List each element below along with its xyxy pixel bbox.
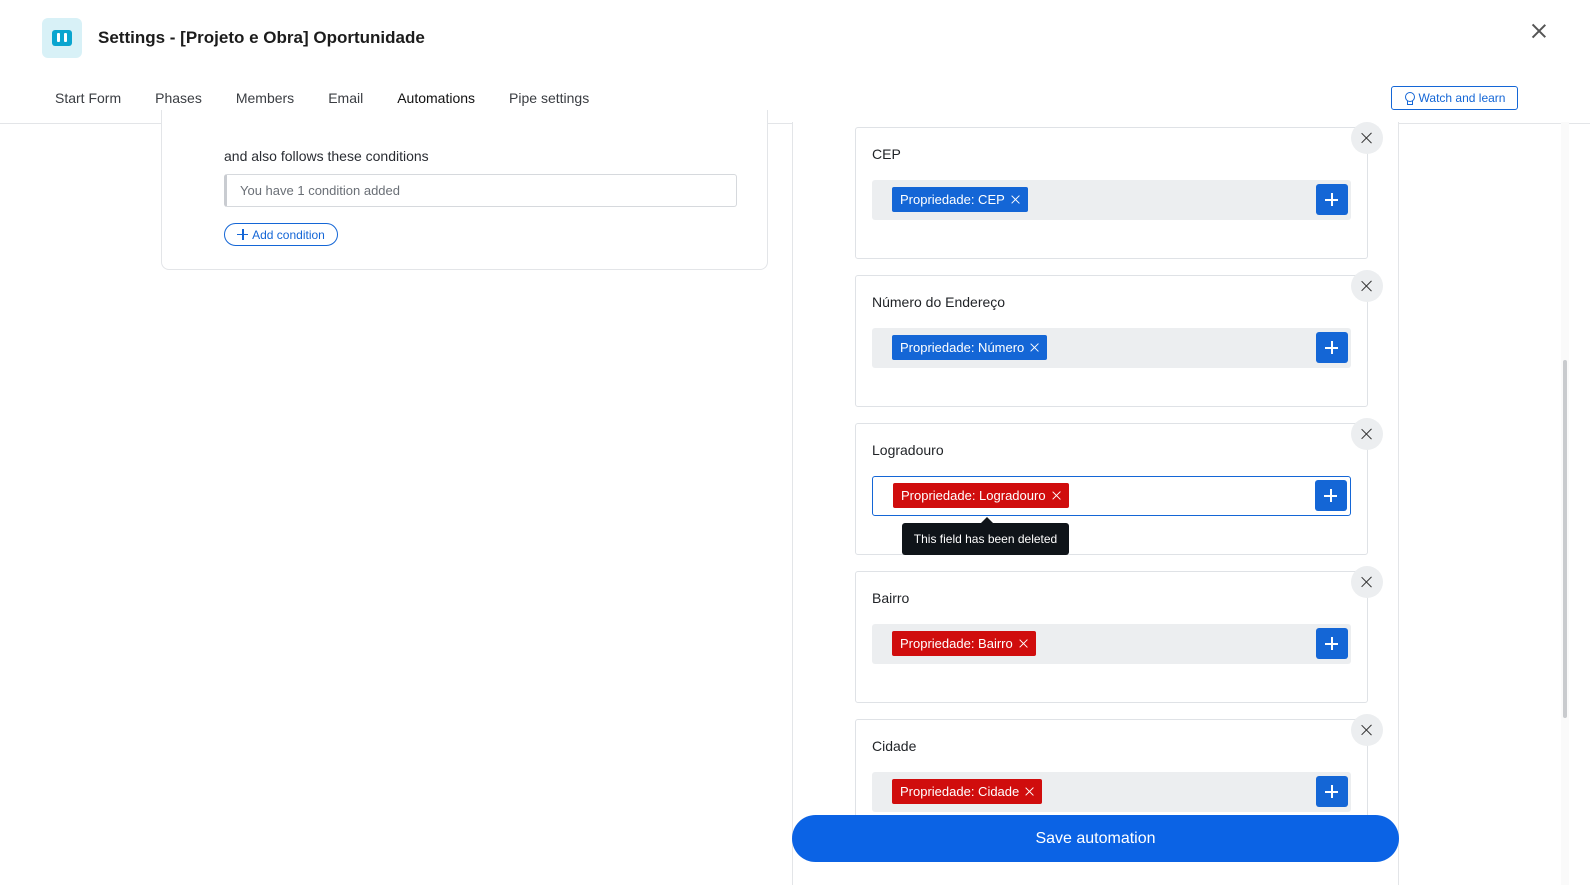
tab-start-form[interactable]: Start Form bbox=[38, 76, 138, 122]
field-value-box[interactable]: Propriedade: Logradouro bbox=[872, 476, 1351, 516]
add-field-button[interactable] bbox=[1316, 776, 1348, 807]
field-value-box[interactable]: Propriedade: Bairro bbox=[872, 624, 1351, 664]
remove-chip-icon[interactable] bbox=[1052, 491, 1061, 500]
remove-chip-icon[interactable] bbox=[1030, 343, 1039, 352]
remove-chip-icon[interactable] bbox=[1025, 787, 1034, 796]
property-chip-deleted: Propriedade: Bairro bbox=[892, 631, 1036, 656]
close-icon[interactable] bbox=[1528, 20, 1550, 42]
conditions-summary-field[interactable]: You have 1 condition added bbox=[224, 174, 737, 207]
deleted-field-tooltip: This field has been deleted bbox=[902, 517, 1069, 555]
page-title: Settings - [Projeto e Obra] Oportunidade bbox=[98, 28, 425, 47]
save-automation-button[interactable]: Save automation bbox=[792, 815, 1399, 862]
kanban-icon bbox=[42, 18, 82, 58]
remove-field-close-icon[interactable] bbox=[1351, 714, 1383, 746]
watch-and-learn-button[interactable]: Watch and learn bbox=[1391, 86, 1518, 110]
chip-label: Propriedade: Número bbox=[900, 340, 1025, 355]
add-field-button[interactable] bbox=[1316, 184, 1348, 215]
field-value-box[interactable]: Propriedade: Cidade bbox=[872, 772, 1351, 812]
property-chip-deleted: Propriedade: Cidade bbox=[892, 779, 1043, 804]
watch-and-learn-label: Watch and learn bbox=[1418, 91, 1506, 105]
chip-label: Propriedade: Bairro bbox=[900, 636, 1013, 651]
remove-field-close-icon[interactable] bbox=[1351, 566, 1383, 598]
property-chip-deleted: Propriedade: Logradouro bbox=[893, 483, 1069, 508]
field-card-numero: Número do Endereço Propriedade: Número bbox=[855, 270, 1383, 407]
add-field-button[interactable] bbox=[1315, 480, 1347, 511]
field-card-cep: CEP Propriedade: CEP bbox=[855, 122, 1383, 259]
remove-chip-icon[interactable] bbox=[1011, 195, 1020, 204]
remove-field-close-icon[interactable] bbox=[1351, 122, 1383, 154]
property-chip: Propriedade: Número bbox=[892, 335, 1048, 360]
remove-field-close-icon[interactable] bbox=[1351, 418, 1383, 450]
chip-label: Propriedade: CEP bbox=[900, 192, 1005, 207]
remove-field-close-icon[interactable] bbox=[1351, 270, 1383, 302]
field-card-bairro: Bairro Propriedade: Bairro bbox=[855, 566, 1383, 703]
lightbulb-icon bbox=[1404, 91, 1415, 105]
automation-settings-modal: Settings - [Projeto e Obra] Oportunidade… bbox=[0, 0, 1590, 885]
field-label: Logradouro bbox=[872, 442, 944, 458]
plus-icon bbox=[237, 229, 249, 240]
field-label: CEP bbox=[872, 146, 901, 162]
add-condition-button[interactable]: Add condition bbox=[224, 223, 338, 246]
scrollbar-thumb[interactable] bbox=[1563, 360, 1567, 718]
field-label: Cidade bbox=[872, 738, 917, 754]
conditions-label: and also follows these conditions bbox=[224, 148, 429, 164]
remove-chip-icon[interactable] bbox=[1019, 639, 1028, 648]
add-condition-label: Add condition bbox=[252, 227, 325, 242]
field-label: Bairro bbox=[872, 590, 910, 606]
chip-label: Propriedade: Logradouro bbox=[901, 488, 1046, 503]
field-value-box[interactable]: Propriedade: CEP bbox=[872, 180, 1351, 220]
field-label: Número do Endereço bbox=[872, 294, 1006, 310]
add-field-button[interactable] bbox=[1316, 628, 1348, 659]
modal-header: Settings - [Projeto e Obra] Oportunidade… bbox=[0, 0, 1590, 124]
chip-label: Propriedade: Cidade bbox=[900, 784, 1020, 799]
property-chip: Propriedade: CEP bbox=[892, 187, 1028, 212]
field-value-box[interactable]: Propriedade: Número bbox=[872, 328, 1351, 368]
add-field-button[interactable] bbox=[1316, 332, 1348, 363]
